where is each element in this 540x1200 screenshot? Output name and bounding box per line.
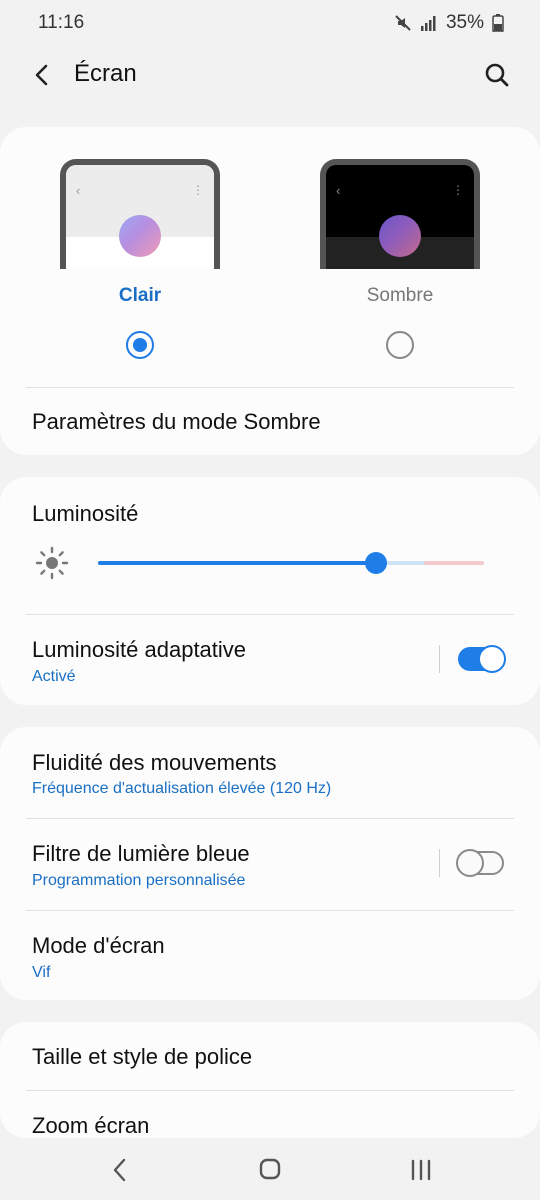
adaptive-brightness-title: Luminosité adaptative — [32, 637, 247, 662]
adaptive-brightness-status: Activé — [32, 668, 76, 685]
slider-fill — [98, 561, 376, 565]
motion-smoothness-sub: Fréquence d'actualisation élevée (120 Hz… — [32, 780, 332, 797]
status-icons: 35% — [394, 12, 504, 34]
light-preview: ‹ ⋮ — [60, 159, 220, 269]
light-radio[interactable] — [126, 331, 154, 359]
back-button[interactable] — [26, 58, 60, 92]
status-time: 11:16 — [38, 12, 85, 33]
motion-smoothness-title: Fluidité des mouvements — [32, 750, 277, 775]
brightness-slider[interactable] — [98, 552, 484, 574]
recents-icon — [411, 1159, 431, 1181]
screen-mode-item[interactable]: Mode d'écran Vif — [0, 911, 540, 1000]
sun-icon — [35, 546, 69, 580]
dark-label: Sombre — [366, 285, 434, 306]
navigation-bar — [0, 1140, 540, 1200]
nav-back-icon — [113, 1158, 126, 1182]
nav-back-button[interactable] — [100, 1154, 140, 1186]
signal-icon — [420, 16, 436, 31]
preview-orb — [119, 215, 161, 257]
screen-zoom-item[interactable]: Zoom écran — [0, 1091, 540, 1138]
battery-icon — [492, 14, 504, 32]
nav-home-button[interactable] — [250, 1154, 290, 1186]
screen-zoom-title: Zoom écran — [32, 1113, 150, 1138]
home-icon — [259, 1158, 281, 1180]
blue-light-filter-title: Filtre de lumière bleue — [32, 841, 250, 866]
search-button[interactable] — [480, 58, 514, 92]
dark-mode-settings-label: Paramètres du mode Sombre — [32, 409, 321, 434]
dark-radio[interactable] — [386, 331, 414, 359]
font-size-style-item[interactable]: Taille et style de police — [0, 1022, 540, 1090]
app-bar: Écran — [0, 46, 540, 106]
back-arrow-icon — [35, 64, 48, 86]
dark-preview: ‹ ⋮ — [320, 159, 480, 269]
brightness-card: Luminosité Luminosité adaptative Activé — [0, 477, 540, 705]
dark-mode-settings-item[interactable]: Paramètres du mode Sombre — [0, 388, 540, 455]
adaptive-brightness-toggle[interactable] — [458, 645, 506, 673]
slider-thumb[interactable] — [364, 552, 387, 574]
search-icon — [485, 63, 509, 87]
brightness-title: Luminosité — [32, 501, 139, 526]
theme-option-light[interactable]: ‹ ⋮ Clair — [40, 127, 240, 387]
font-size-style-title: Taille et style de police — [32, 1044, 253, 1069]
motion-smoothness-item[interactable]: Fluidité des mouvements Fréquence d'actu… — [0, 727, 540, 818]
nav-recents-button[interactable] — [401, 1154, 441, 1186]
blue-light-filter-toggle[interactable] — [456, 849, 504, 877]
adaptive-brightness-item[interactable]: Luminosité adaptative Activé — [0, 615, 540, 705]
theme-option-dark[interactable]: ‹ ⋮ Sombre — [300, 127, 500, 387]
battery-percent: 35% — [445, 12, 484, 33]
screen-mode-sub: Vif — [32, 964, 51, 981]
blue-light-filter-sub: Programmation personnalisée — [32, 872, 246, 889]
theme-card: ‹ ⋮ Clair ‹ ⋮ Sombre Paramètres du mode … — [0, 127, 540, 455]
mute-icon — [395, 15, 411, 31]
blue-light-filter-item[interactable]: Filtre de lumière bleue Programmation pe… — [0, 819, 540, 910]
font-card: Taille et style de police Zoom écran — [0, 1022, 540, 1138]
page-title: Écran — [74, 60, 137, 87]
status-bar: 11:16 35% — [0, 0, 540, 46]
screen-mode-title: Mode d'écran — [32, 933, 165, 958]
slider-warm-zone — [424, 561, 484, 565]
display-card: Fluidité des mouvements Fréquence d'actu… — [0, 727, 540, 1000]
light-label: Clair — [118, 285, 162, 306]
preview-orb — [379, 215, 421, 257]
